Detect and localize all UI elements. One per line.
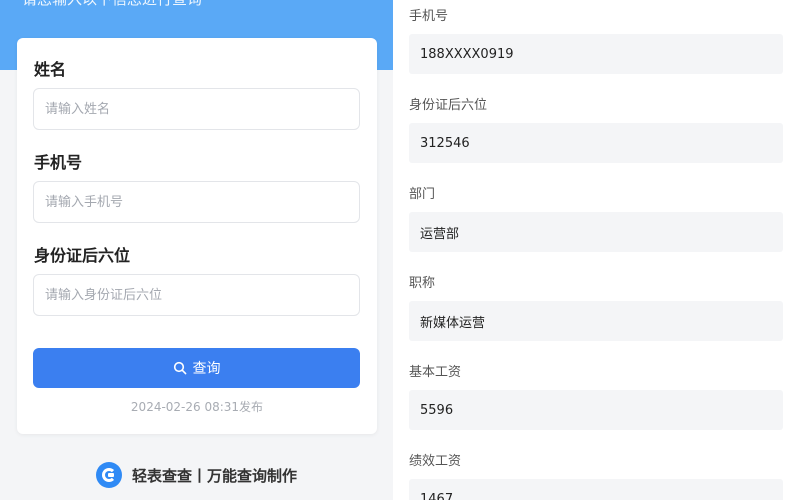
phone-label: 手机号 — [34, 153, 83, 172]
result-value-title: 新媒体运营 — [409, 301, 783, 341]
publish-time: 2024-02-26 08:31发布 — [130, 400, 264, 414]
name-input[interactable] — [33, 88, 360, 130]
id-suffix-input[interactable] — [33, 274, 360, 316]
query-panel: 请您输入以下信息进行查询 姓名 手机号 身份证后六位 查询 2024-02-26… — [0, 0, 393, 500]
search-button-label: 查询 — [192, 361, 221, 377]
result-label-title: 职称 — [409, 276, 436, 291]
result-value-id-suffix: 312546 — [409, 123, 783, 163]
phone-input[interactable] — [33, 181, 360, 223]
result-label-phone: 手机号 — [409, 9, 449, 24]
result-label-performance-pay: 绩效工资 — [409, 454, 462, 469]
result-label-base-salary: 基本工资 — [409, 365, 462, 380]
result-panel: 手机号 188XXXX0919 身份证后六位 312546 部门 运营部 职称 … — [393, 0, 800, 500]
id-suffix-label: 身份证后六位 — [34, 246, 131, 265]
result-label-id-suffix: 身份证后六位 — [409, 98, 488, 113]
query-form-card: 姓名 手机号 身份证后六位 查询 2024-02-26 08:31发布 — [17, 38, 377, 434]
result-value-base-salary: 5596 — [409, 390, 783, 430]
name-label: 姓名 — [34, 60, 67, 79]
search-icon — [173, 361, 186, 375]
result-value-performance-pay: 1467 — [409, 479, 783, 500]
result-label-department: 部门 — [409, 187, 436, 202]
banner-text: 请您输入以下信息进行查询 — [22, 0, 202, 9]
brand-logo-icon — [95, 462, 122, 488]
search-button[interactable]: 查询 — [33, 348, 360, 388]
result-value-phone: 188XXXX0919 — [409, 34, 783, 74]
footer-brand: 轻表查查丨万能查询制作 — [0, 462, 393, 488]
brand-text: 轻表查查丨万能查询制作 — [131, 466, 297, 485]
result-value-department: 运营部 — [409, 212, 783, 252]
